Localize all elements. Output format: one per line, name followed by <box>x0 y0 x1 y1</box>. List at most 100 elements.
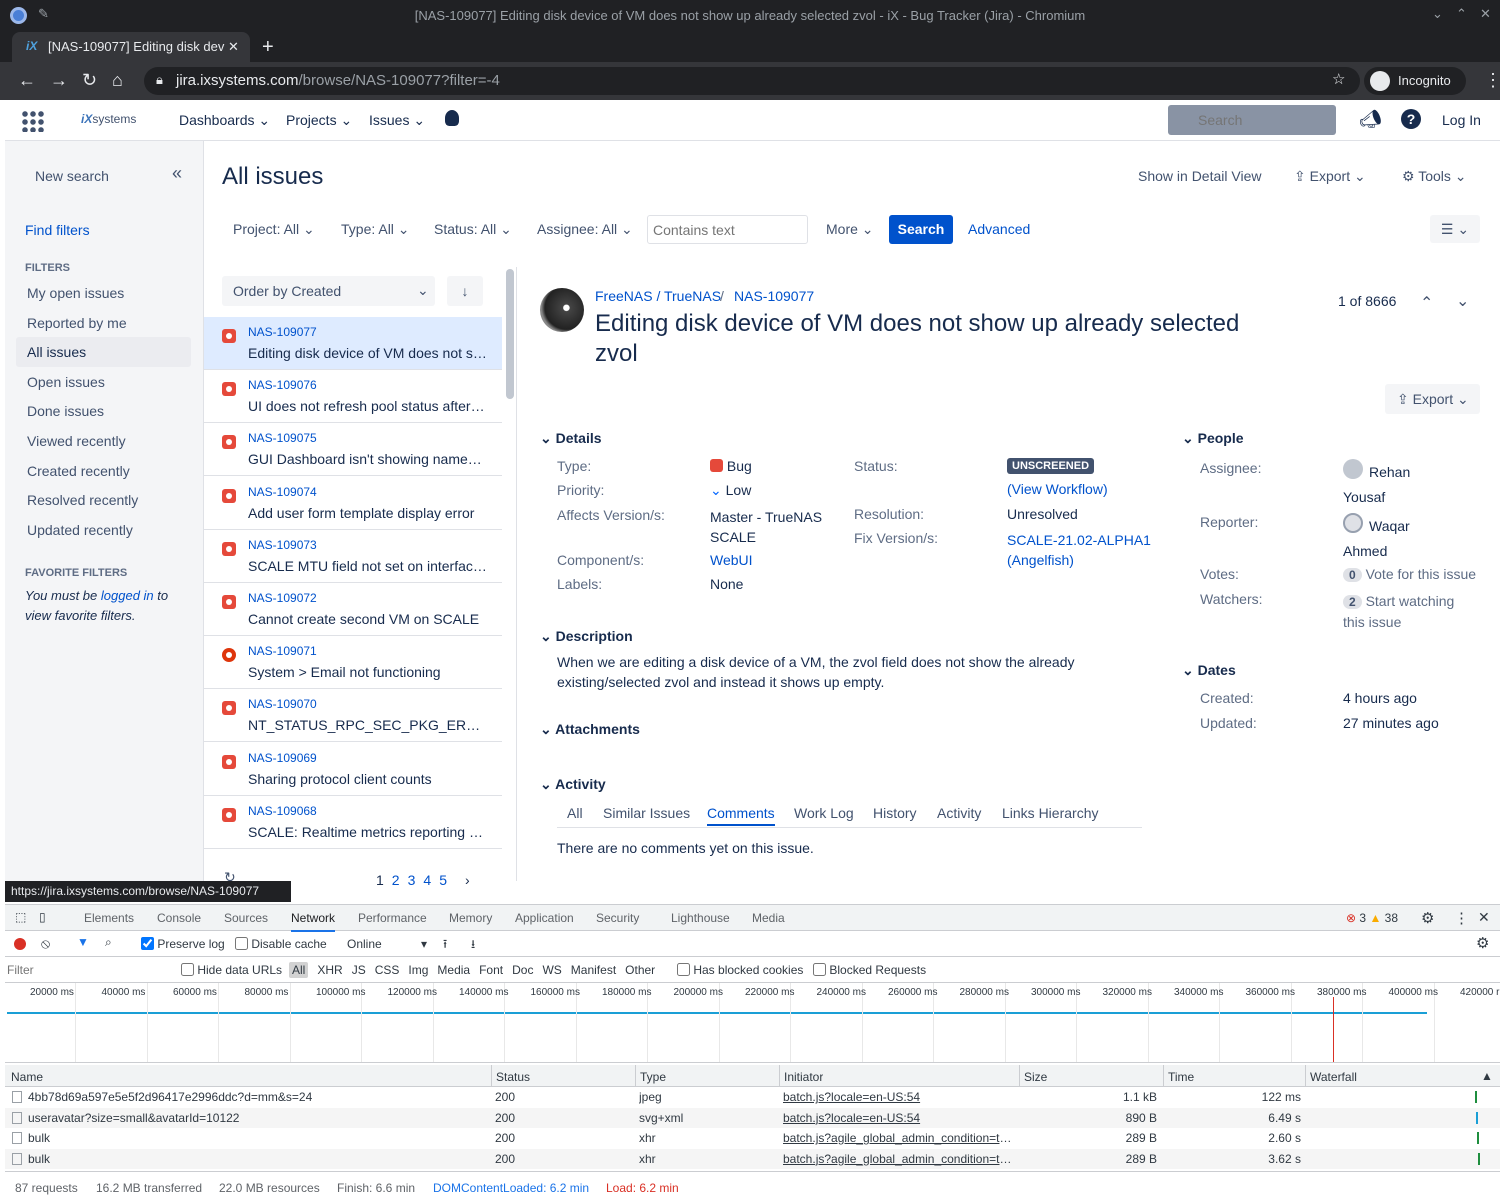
breadcrumb-project[interactable]: FreeNAS / TrueNAS <box>595 288 721 304</box>
sidebar-item-all-issues[interactable]: All issues <box>27 344 86 360</box>
address-bar[interactable]: 🔒︎ jira.ixsystems.com/browse/NAS-109077?… <box>144 67 1360 95</box>
blocked-requests-checkbox[interactable]: Blocked Requests <box>813 963 926 977</box>
devtools-tab-performance[interactable]: Performance <box>358 911 427 925</box>
request-name[interactable]: bulk <box>28 1152 483 1166</box>
component-value[interactable]: WebUI <box>710 552 753 568</box>
hide-data-urls-checkbox[interactable]: Hide data URLs <box>181 963 282 977</box>
type-filter-css[interactable]: CSS <box>375 963 400 977</box>
tab-work-log[interactable]: Work Log <box>794 805 854 821</box>
import-har-icon[interactable]: ⭱ <box>443 935 447 956</box>
attachments-heading[interactable]: ⌄ Attachments <box>540 721 640 738</box>
network-filter-input[interactable] <box>7 961 170 979</box>
menu-icon[interactable]: ⋮ <box>1484 70 1500 91</box>
devtools-tab-sources[interactable]: Sources <box>224 911 268 925</box>
column-header-type[interactable]: Type <box>635 1065 666 1087</box>
type-filter-media[interactable]: Media <box>437 963 470 977</box>
request-initiator[interactable]: batch.js?locale=en-US:54 <box>783 1111 1015 1125</box>
reload-icon[interactable]: ↻ <box>82 70 97 91</box>
sidebar-item-created-recently[interactable]: Created recently <box>27 463 130 479</box>
tab-similar-issues[interactable]: Similar Issues <box>603 805 690 821</box>
filter-icon[interactable]: ▼ <box>77 935 89 949</box>
search-input[interactable] <box>1168 105 1336 135</box>
new-tab-icon[interactable]: + <box>262 36 274 59</box>
layout-switcher[interactable]: ☰ ⌄ <box>1430 215 1480 243</box>
sidebar-item-done-issues[interactable]: Done issues <box>27 403 104 419</box>
detail-view-button[interactable]: Show in Detail View <box>1138 168 1261 184</box>
login-link[interactable]: Log In <box>1442 112 1481 128</box>
home-icon[interactable]: ⌂ <box>112 70 123 91</box>
request-row[interactable]: 4bb78d69a597e5e5f2d96417e2996ddc?d=mm&s=… <box>5 1087 1500 1107</box>
tab-comments[interactable]: Comments <box>707 805 775 826</box>
request-name[interactable]: useravatar?size=small&avatarId=10122 <box>28 1111 483 1125</box>
issue-row[interactable]: NAS-109071 System > Email not functioning <box>204 636 502 690</box>
request-name[interactable]: 4bb78d69a597e5e5f2d96417e2996ddc?d=mm&s=… <box>28 1090 483 1104</box>
type-filter-xhr[interactable]: XHR <box>317 963 342 977</box>
devtools-tab-console[interactable]: Console <box>157 911 201 925</box>
assignee-value[interactable]: Rehan Yousaf <box>1343 460 1410 510</box>
page-1[interactable]: 1 <box>376 872 384 888</box>
new-search-button[interactable]: New search <box>24 161 117 191</box>
search-network-icon[interactable]: ⌕ <box>105 935 112 950</box>
tab-close-icon[interactable]: ✕ <box>228 39 239 55</box>
forward-icon[interactable]: → <box>50 70 68 91</box>
bookmark-star-icon[interactable]: ☆ <box>1332 70 1345 88</box>
issue-row[interactable]: NAS-109077 Editing disk device of VM does… <box>204 317 502 370</box>
inspect-icon[interactable]: ⬚ <box>15 910 26 924</box>
sidebar-item-open-issues[interactable]: Open issues <box>27 374 105 390</box>
page-4[interactable]: 4 <box>423 872 431 888</box>
ix-logo[interactable]: iXsystems <box>81 112 136 126</box>
megaphone-icon[interactable]: 📣︎ <box>1359 109 1382 130</box>
devtools-menu-icon[interactable]: ⋮ <box>1454 909 1469 927</box>
view-workflow-link[interactable]: (View Workflow) <box>1007 481 1108 497</box>
request-initiator[interactable]: batch.js?locale=en-US:54 <box>783 1090 1015 1104</box>
collapse-sidebar-icon[interactable]: « <box>172 163 182 184</box>
browser-tab[interactable]: iX [NAS-109077] Editing disk dev ✕ <box>12 32 250 62</box>
list-scrollbar[interactable] <box>506 269 514 399</box>
issue-key[interactable]: NAS-109073 <box>248 538 317 552</box>
type-filter-all[interactable]: All <box>289 962 309 978</box>
request-initiator[interactable]: batch.js?agile_global_admin_condition=tr… <box>783 1152 1015 1166</box>
type-filter[interactable]: Type: All ⌄ <box>341 221 410 238</box>
issue-key[interactable]: NAS-109068 <box>248 804 317 818</box>
assignee-filter[interactable]: Assignee: All ⌄ <box>537 221 633 238</box>
type-filter-manifest[interactable]: Manifest <box>571 963 616 977</box>
devtools-close-icon[interactable]: ✕ <box>1478 909 1490 926</box>
column-header-status[interactable]: Status <box>491 1065 530 1087</box>
app-switcher-icon[interactable] <box>21 110 45 132</box>
issues-menu[interactable]: Issues ⌄ <box>369 112 425 129</box>
blocked-cookies-checkbox[interactable]: Has blocked cookies <box>677 963 803 977</box>
project-filter[interactable]: Project: All ⌄ <box>233 221 315 238</box>
column-header-size[interactable]: Size <box>1019 1065 1047 1087</box>
tab-history[interactable]: History <box>873 805 917 821</box>
issue-row[interactable]: NAS-109069 Sharing protocol client counts <box>204 743 502 796</box>
column-header-waterfall[interactable]: Waterfall <box>1305 1065 1357 1087</box>
issue-key[interactable]: NAS-109074 <box>248 485 317 499</box>
preserve-log-checkbox[interactable]: Preserve log <box>141 937 225 951</box>
login-link-sidebar[interactable]: logged in <box>101 588 154 603</box>
tab-all[interactable]: All <box>567 805 583 821</box>
incognito-badge[interactable]: Incognito <box>1364 67 1466 95</box>
reporter-value[interactable]: Waqar Ahmed <box>1343 514 1410 564</box>
tools-button[interactable]: ⚙ Tools ⌄ <box>1402 168 1467 185</box>
sidebar-item-resolved-recently[interactable]: Resolved recently <box>27 492 138 508</box>
overview-timeline[interactable]: 20000 ms 40000 ms 60000 ms 80000 ms 100000 m… <box>5 983 1500 1063</box>
devtools-tab-lighthouse[interactable]: Lighthouse <box>671 911 730 925</box>
devtools-tab-memory[interactable]: Memory <box>449 911 492 925</box>
type-filter-img[interactable]: Img <box>408 963 428 977</box>
throttle-select[interactable]: Online ▾ <box>347 937 427 951</box>
devtools-tab-application[interactable]: Application <box>515 911 574 925</box>
issue-row[interactable]: NAS-109072 Cannot create second VM on SCA… <box>204 583 502 636</box>
dashboards-menu[interactable]: Dashboards ⌄ <box>179 112 270 129</box>
text-search-input[interactable] <box>647 215 808 244</box>
search-button[interactable]: Search <box>889 215 953 244</box>
type-filter-font[interactable]: Font <box>479 963 503 977</box>
watchers-value[interactable]: 2 Start watching this issue <box>1343 591 1454 632</box>
tab-activity[interactable]: Activity <box>937 805 981 821</box>
type-filter-other[interactable]: Other <box>625 963 655 977</box>
order-by-select[interactable]: Order by Created ⌄ <box>222 276 435 306</box>
page-2[interactable]: 2 <box>392 872 400 888</box>
type-filter-doc[interactable]: Doc <box>512 963 533 977</box>
request-row[interactable]: useravatar?size=small&avatarId=10122 200 s… <box>5 1107 1500 1128</box>
activity-heading[interactable]: ⌄ Activity <box>540 776 606 793</box>
minimize-icon[interactable]: ⌄ <box>1432 6 1443 22</box>
